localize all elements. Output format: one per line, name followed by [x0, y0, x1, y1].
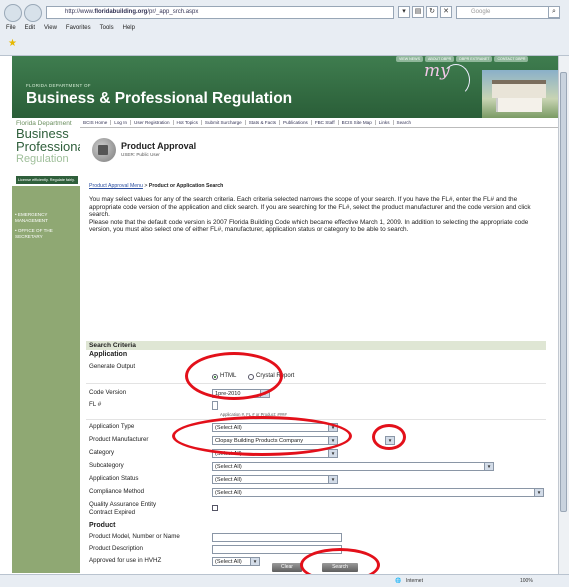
chevron-down-icon: ▼ — [534, 489, 543, 496]
annotation-oval-output — [185, 352, 283, 400]
fl-number-input[interactable] — [212, 401, 218, 410]
application-status-select[interactable]: (Select All) ▼ — [212, 475, 338, 484]
chevron-down-icon: ▼ — [328, 476, 337, 483]
chevron-down-icon: ▼ — [328, 450, 337, 457]
nav-publications[interactable]: Publications — [280, 120, 312, 125]
nav-bcis-home[interactable]: BCIS Home — [80, 120, 112, 125]
status-bar: 🌐 Internet 100% — [0, 574, 569, 587]
stop-icon[interactable]: ✕ — [440, 6, 452, 18]
breadcrumb: Product Approval Menu > Product or Appli… — [89, 183, 223, 189]
qa-contract-label: Contract Expired — [89, 509, 136, 516]
dept-logo-line3: Professional — [16, 139, 88, 154]
user-label: USER: Public User — [121, 152, 160, 157]
left-sidebar — [12, 118, 80, 573]
compliance-method-label: Compliance Method — [89, 488, 145, 495]
state-label: FLORIDA DEPARTMENT OF — [26, 83, 91, 88]
row-divider — [86, 383, 546, 384]
fl-number-label: FL # — [89, 401, 102, 408]
product-description-label: Product Description — [89, 545, 143, 552]
nav-hot-topics[interactable]: Hot Topics — [174, 120, 202, 125]
application-status-label: Application Status — [89, 475, 139, 482]
subcategory-label: Subcategory — [89, 462, 124, 469]
hvhz-select[interactable]: (Select All) ▼ — [212, 557, 260, 566]
application-section-title: Application — [89, 351, 128, 358]
menu-file[interactable]: File — [6, 25, 16, 31]
sidebar-item-emergency[interactable]: • EMERGENCY MANAGEMENT — [15, 212, 77, 224]
code-version-label: Code Version — [89, 389, 127, 396]
link-view-news[interactable]: VIEW NEWS — [396, 56, 423, 62]
refresh-icon[interactable]: ↻ — [426, 6, 438, 18]
site-title: Business & Professional Regulation — [26, 90, 293, 107]
menu-tools[interactable]: Tools — [100, 25, 114, 31]
nav-stats-facts[interactable]: Stats & Facts — [246, 120, 281, 125]
nav-links[interactable]: Links — [376, 120, 394, 125]
forward-button[interactable] — [24, 4, 42, 22]
breadcrumb-current: Product or Application Search — [148, 183, 224, 189]
header-links: VIEW NEWS ABOUT DBPR DBPR EXTRANET CONTA… — [396, 56, 529, 62]
page-title: Product Approval — [121, 141, 197, 151]
product-model-input[interactable] — [212, 533, 342, 542]
nav-fbc-staff[interactable]: FBC Staff — [312, 120, 339, 125]
product-approval-icon — [92, 138, 116, 162]
nav-site-map[interactable]: BCIS Site Map — [339, 120, 376, 125]
nav-submit-surcharge[interactable]: Submit Surcharge — [202, 120, 246, 125]
qa-entity-label: Quality Assurance Entity — [89, 501, 157, 508]
product-section-title: Product — [89, 522, 116, 529]
house-photo — [482, 70, 558, 118]
back-button[interactable] — [4, 4, 22, 22]
qa-expired-checkbox[interactable] — [212, 505, 218, 511]
compatibility-icon[interactable]: ▤ — [412, 6, 424, 18]
internet-zone-icon: 🌐 — [395, 578, 402, 584]
site-nav: BCIS Home Log In User Registration Hot T… — [80, 118, 558, 128]
dropdown-icon[interactable]: ▾ — [398, 6, 410, 18]
chevron-down-icon: ▼ — [484, 463, 493, 470]
nav-log-in[interactable]: Log In — [111, 120, 132, 125]
favorites-star-icon[interactable]: ★ — [8, 38, 17, 49]
intro-text: You may select values for any of the sea… — [89, 196, 547, 234]
hvhz-label: Approved for use in HVHZ — [89, 557, 162, 564]
security-zone-label: Internet — [406, 578, 423, 584]
tagline: License efficiently. Regulate fairly. — [16, 176, 78, 184]
search-criteria-header: Search Criteria — [86, 341, 546, 350]
intro-paragraph-1: You may select values for any of the sea… — [89, 196, 531, 219]
generate-output-label: Generate Output — [89, 363, 136, 370]
intro-paragraph-2: Please note that the default code versio… — [89, 218, 529, 234]
address-bar[interactable]: http://www.floridabuilding.org/pr/_app_s… — [46, 6, 394, 19]
breadcrumb-link[interactable]: Product Approval Menu — [89, 183, 143, 189]
subcategory-select[interactable]: (Select All) ▼ — [212, 462, 494, 471]
chevron-down-icon: ▼ — [250, 558, 259, 565]
menu-view[interactable]: View — [44, 25, 57, 31]
menu-edit[interactable]: Edit — [25, 25, 35, 31]
annotation-oval-dropdown — [372, 424, 406, 450]
search-input[interactable]: Google — [456, 6, 560, 19]
scrollbar-thumb[interactable] — [560, 72, 567, 512]
nav-search[interactable]: Search — [394, 120, 415, 125]
nav-user-registration[interactable]: User Registration — [131, 120, 174, 125]
logo-swoosh-icon — [442, 64, 470, 96]
manufacturer-label: Product Manufacturer — [89, 436, 149, 443]
link-contact-dbpr[interactable]: CONTACT DBPR — [494, 56, 529, 62]
menu-bar: File Edit View Favorites Tools Help — [0, 22, 569, 34]
menu-favorites[interactable]: Favorites — [66, 25, 91, 31]
search-icon[interactable]: ⌕ — [548, 6, 560, 18]
zoom-level[interactable]: 100% — [520, 578, 533, 584]
application-type-label: Application Type — [89, 423, 135, 430]
annotation-oval-manufacturer — [172, 416, 352, 456]
link-about-dbpr[interactable]: ABOUT DBPR — [424, 56, 455, 62]
clear-button[interactable]: Clear — [272, 563, 302, 572]
compliance-method-select[interactable]: (Select All) ▼ — [212, 488, 544, 497]
menu-help[interactable]: Help — [123, 25, 135, 31]
product-model-label: Product Model, Number or Name — [89, 533, 180, 540]
link-dbpr-extranet[interactable]: DBPR EXTRANET — [456, 56, 493, 62]
category-label: Category — [89, 449, 115, 456]
site-header: FLORIDA DEPARTMENT OF Business & Profess… — [12, 56, 558, 118]
dept-logo-line4: Regulation — [16, 153, 69, 165]
sidebar-item-secretary[interactable]: • OFFICE OF THE SECRETARY — [15, 228, 77, 240]
